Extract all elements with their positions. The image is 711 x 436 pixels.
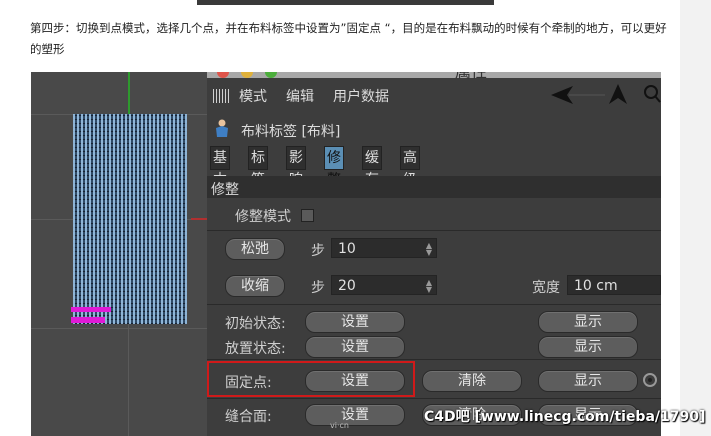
- top-banner-strip: [197, 0, 494, 5]
- seam-set-button[interactable]: 设置: [305, 404, 405, 426]
- tab-tag[interactable]: 标签: [248, 146, 268, 188]
- tab-basic[interactable]: 基本: [210, 146, 230, 188]
- relax-state-set-button[interactable]: 设置: [305, 336, 405, 358]
- zoom-window-button[interactable]: [265, 72, 277, 78]
- tab-cache[interactable]: 缓存: [362, 146, 382, 188]
- relax-state-show-button[interactable]: 显示: [538, 336, 638, 358]
- init-state-set-button[interactable]: 设置: [305, 311, 405, 333]
- fix-points-show-button[interactable]: 显示: [538, 370, 638, 392]
- grip-icon: [213, 89, 229, 103]
- relax-step-field[interactable]: 10 ▲ ▼: [331, 238, 437, 258]
- shrink-step-field[interactable]: 20 ▲ ▼: [331, 275, 437, 295]
- fix-points-radio[interactable]: [643, 373, 657, 387]
- init-state-label: 初始状态:: [225, 316, 286, 332]
- tab-influence[interactable]: 影响: [286, 146, 306, 188]
- small-watermark: vi·cn: [330, 421, 349, 430]
- menu-edit[interactable]: 编辑: [286, 86, 314, 106]
- object-title: 布料标签 [布料]: [241, 124, 341, 140]
- section-title: 修整: [211, 182, 239, 198]
- fix-points-highlight-box: [207, 361, 415, 397]
- search-icon[interactable]: [643, 84, 661, 104]
- fix-points-clear-button[interactable]: 清除: [422, 370, 522, 392]
- x-axis-line: [191, 218, 207, 220]
- relax-button[interactable]: 松弛: [225, 238, 285, 260]
- stepper-icon[interactable]: ▲ ▼: [426, 242, 432, 257]
- relax-state-label: 放置状态:: [225, 341, 286, 357]
- width-label: 宽度: [532, 280, 560, 296]
- fixed-points-selection: [71, 317, 105, 323]
- page-gutter: [680, 0, 711, 436]
- window-titlebar: 属性: [207, 72, 661, 81]
- shrink-step-label: 步: [311, 280, 325, 296]
- shrink-button[interactable]: 收缩: [225, 275, 285, 297]
- dress-mode-label: 修整模式: [235, 209, 291, 225]
- y-axis-line: [128, 72, 130, 114]
- step-description: 第四步：切换到点模式，选择几个点，并在布料标签中设置为”固定点 “，目的是在布料…: [30, 21, 667, 56]
- dress-mode-checkbox[interactable]: [301, 209, 314, 222]
- minimize-window-button[interactable]: [241, 72, 253, 78]
- stepper-icon[interactable]: ▲ ▼: [426, 279, 432, 294]
- section-header: 修整: [207, 176, 661, 198]
- seam-label: 缝合面:: [225, 409, 272, 425]
- viewport[interactable]: [31, 72, 207, 436]
- cloth-mesh[interactable]: [73, 114, 187, 324]
- menu-bar: 模式 编辑 用户数据: [207, 80, 661, 110]
- up-arrow-icon[interactable]: [607, 82, 629, 106]
- tab-dress[interactable]: 修整: [324, 146, 344, 188]
- relax-step-label: 步: [311, 243, 325, 259]
- object-header: 布料标签 [布料]: [207, 115, 661, 143]
- init-state-show-button[interactable]: 显示: [538, 311, 638, 333]
- fixed-points-selection: [71, 307, 111, 312]
- close-window-button[interactable]: [217, 72, 229, 78]
- back-arrow-icon[interactable]: [547, 84, 607, 106]
- menu-mode[interactable]: 模式: [239, 86, 267, 106]
- watermark: C4D吧 [www.linecg.com/tieba/1790]: [424, 409, 706, 425]
- tab-advanced[interactable]: 高级: [400, 146, 420, 188]
- cloth-tag-icon: [216, 119, 228, 137]
- menu-user-data[interactable]: 用户数据: [333, 86, 389, 106]
- width-field[interactable]: 10 cm: [567, 275, 661, 295]
